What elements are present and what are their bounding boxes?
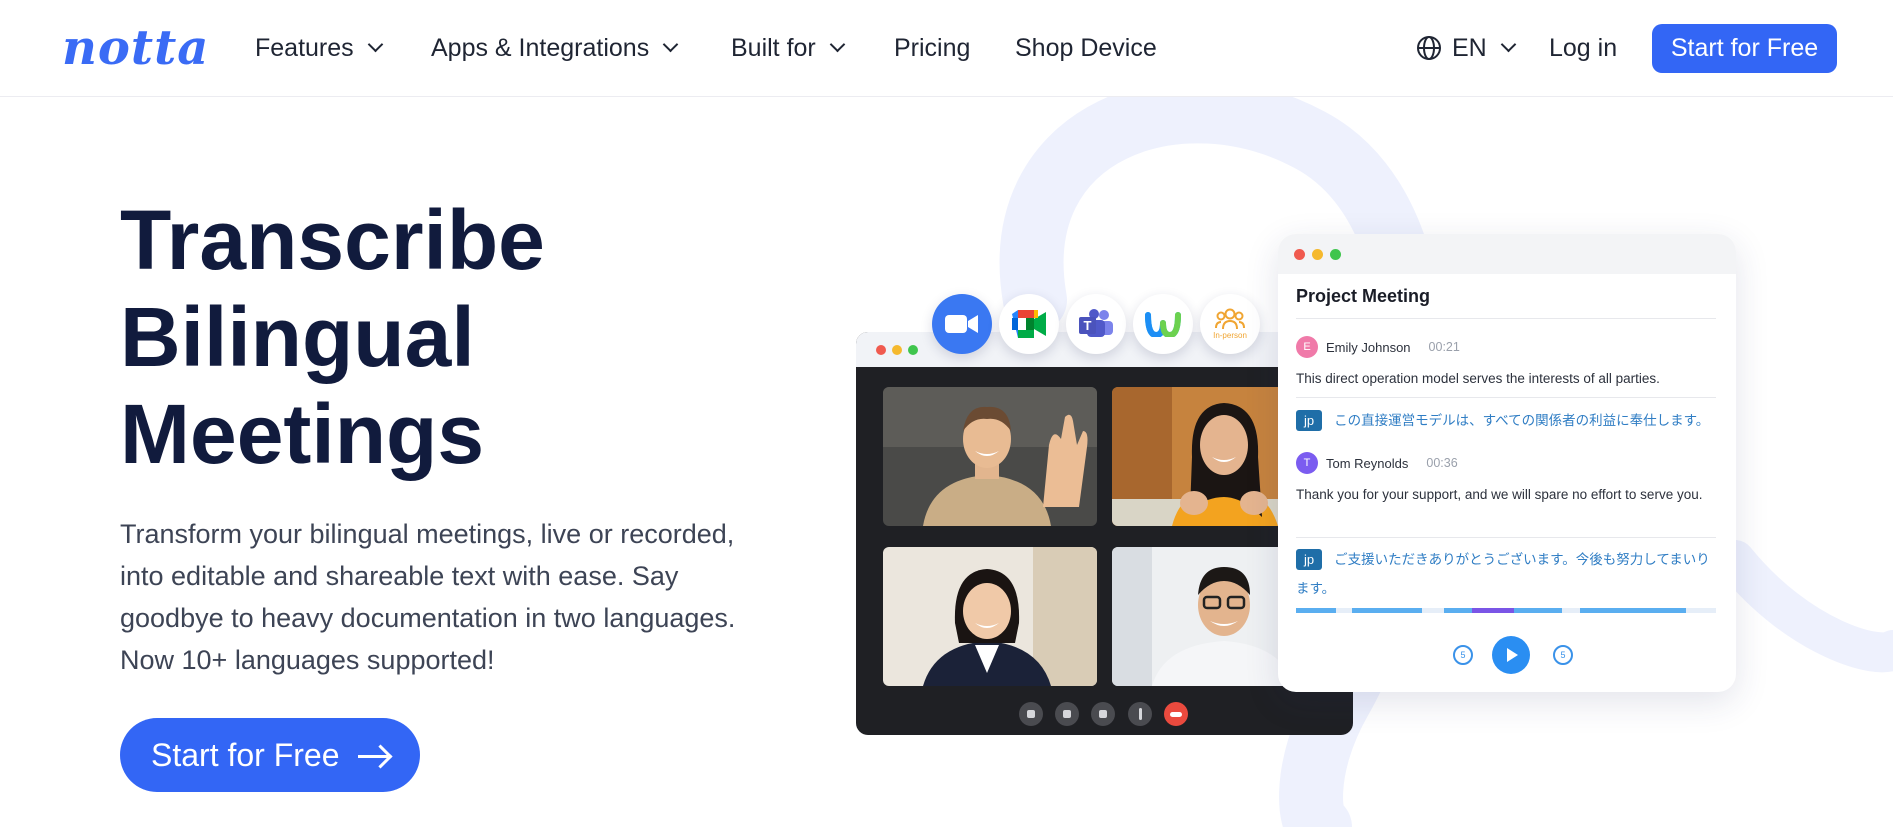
- in-person-label: In-person: [1213, 331, 1247, 340]
- more-options-button[interactable]: [1128, 702, 1152, 726]
- timestamp: 00:21: [1428, 340, 1460, 354]
- audio-waveform-progress[interactable]: [1296, 608, 1716, 613]
- translation-text: この直接運営モデルは、すべての関係者の利益に奉仕します。: [1334, 413, 1710, 428]
- globe-icon: [1417, 36, 1441, 60]
- transcript-title: Project Meeting: [1296, 286, 1431, 306]
- timestamp: 00:36: [1426, 456, 1458, 470]
- webex-app-icon[interactable]: [1133, 294, 1193, 354]
- skip-back-button[interactable]: 5: [1453, 645, 1473, 665]
- speaker-name: Tom Reynolds: [1326, 455, 1409, 471]
- zoom-icon: [945, 315, 978, 333]
- nav-item-label: Apps & Integrations: [431, 34, 650, 62]
- avatar: T: [1296, 452, 1318, 474]
- close-dot-icon: [876, 345, 886, 355]
- close-dot-icon: [1294, 249, 1305, 260]
- divider: [1296, 537, 1716, 538]
- speaker-row: T Tom Reynolds 00:36: [1296, 452, 1458, 474]
- maximize-dot-icon: [908, 345, 918, 355]
- nav-item-shop-device[interactable]: Shop Device: [1015, 32, 1157, 64]
- share-screen-icon: [1099, 710, 1107, 718]
- chevron-down-icon: [829, 36, 846, 53]
- hero-description: Transform your bilingual meetings, live …: [120, 519, 736, 675]
- window-title-bar: [1278, 234, 1736, 274]
- in-person-app-icon[interactable]: In-person: [1200, 294, 1260, 354]
- speaker-name: Emily Johnson: [1326, 339, 1411, 355]
- skip-forward-button[interactable]: 5: [1553, 645, 1573, 665]
- language-label: EN: [1452, 34, 1487, 62]
- transcript-text: Thank you for your support, and we will …: [1296, 487, 1703, 502]
- speaker-row: E Emily Johnson 00:21: [1296, 336, 1460, 358]
- nav-item-label: Pricing: [894, 34, 971, 62]
- nav-item-pricing[interactable]: Pricing: [894, 32, 970, 64]
- participant-man-waving: [883, 387, 1097, 526]
- language-selector[interactable]: EN: [1416, 32, 1517, 64]
- arrow-right-icon: [357, 754, 388, 758]
- top-navigation: notta Features Apps & Integrations Built…: [0, 0, 1893, 97]
- nav-item-label: Built for: [731, 34, 816, 62]
- start-for-free-button[interactable]: Start for Free: [1652, 24, 1837, 73]
- translation-row: jp この直接運営モデルは、すべての関係者の利益に奉仕します。: [1296, 406, 1718, 435]
- camera-icon: [1063, 710, 1071, 718]
- google-meet-app-icon[interactable]: [999, 294, 1059, 354]
- notta-logo[interactable]: notta: [62, 18, 209, 78]
- microphone-button[interactable]: [1019, 702, 1043, 726]
- more-vertical-icon: [1138, 708, 1142, 720]
- microsoft-teams-icon: T: [1079, 309, 1113, 337]
- google-meet-icon: [1012, 310, 1046, 338]
- hero-title-line: Bilingual: [120, 290, 475, 384]
- microsoft-teams-app-icon[interactable]: T: [1066, 294, 1126, 354]
- participant-video-tile: [883, 387, 1097, 526]
- nav-item-features[interactable]: Features: [255, 32, 383, 64]
- avatar: E: [1296, 336, 1318, 358]
- hero-cta-label: Start for Free: [151, 736, 340, 773]
- nav-item-label: Features: [255, 34, 354, 62]
- divider: [1296, 397, 1716, 398]
- camera-button[interactable]: [1055, 702, 1079, 726]
- nav-item-label: Shop Device: [1015, 34, 1157, 62]
- share-screen-button[interactable]: [1091, 702, 1115, 726]
- participant-video-tile: [883, 547, 1097, 686]
- hero-title-line: Meetings: [120, 387, 485, 481]
- transcript-card: Project Meeting E Emily Johnson 00:21 Th…: [1278, 234, 1736, 692]
- translation-row: jp ご支援いただきありがとうございます。今後も努力してまいります。: [1296, 545, 1718, 603]
- translation-text: ご支援いただきありがとうございます。今後も努力してまいります。: [1296, 552, 1710, 596]
- nav-item-apps-integrations[interactable]: Apps & Integrations: [431, 32, 679, 64]
- login-label: Log in: [1549, 34, 1618, 62]
- language-tag: jp: [1296, 410, 1323, 431]
- login-link[interactable]: Log in: [1549, 32, 1617, 64]
- microphone-icon: [1027, 710, 1035, 718]
- divider: [1296, 318, 1716, 319]
- participant-woman-office: [883, 547, 1097, 686]
- hero-title-line: Transcribe: [120, 193, 545, 287]
- chevron-down-icon: [662, 36, 679, 53]
- maximize-dot-icon: [1330, 249, 1341, 260]
- chevron-down-icon: [367, 36, 383, 53]
- minimize-dot-icon: [892, 345, 902, 355]
- play-button[interactable]: [1492, 636, 1530, 674]
- minimize-dot-icon: [1312, 249, 1323, 260]
- chevron-down-icon: [1500, 36, 1517, 53]
- zoom-app-icon[interactable]: [932, 294, 992, 354]
- webex-icon: [1145, 312, 1181, 337]
- language-tag: jp: [1296, 549, 1323, 570]
- transcript-text: This direct operation model serves the i…: [1296, 371, 1660, 386]
- svg-text:T: T: [1084, 318, 1092, 333]
- hero-start-for-free-button[interactable]: Start for Free: [120, 718, 420, 792]
- hang-up-icon: [1170, 711, 1182, 717]
- in-person-icon: [1215, 308, 1245, 330]
- nav-item-built-for[interactable]: Built for: [731, 32, 846, 64]
- hero-title: Transcribe Bilingual Meetings: [120, 192, 545, 483]
- end-call-button[interactable]: [1164, 702, 1188, 726]
